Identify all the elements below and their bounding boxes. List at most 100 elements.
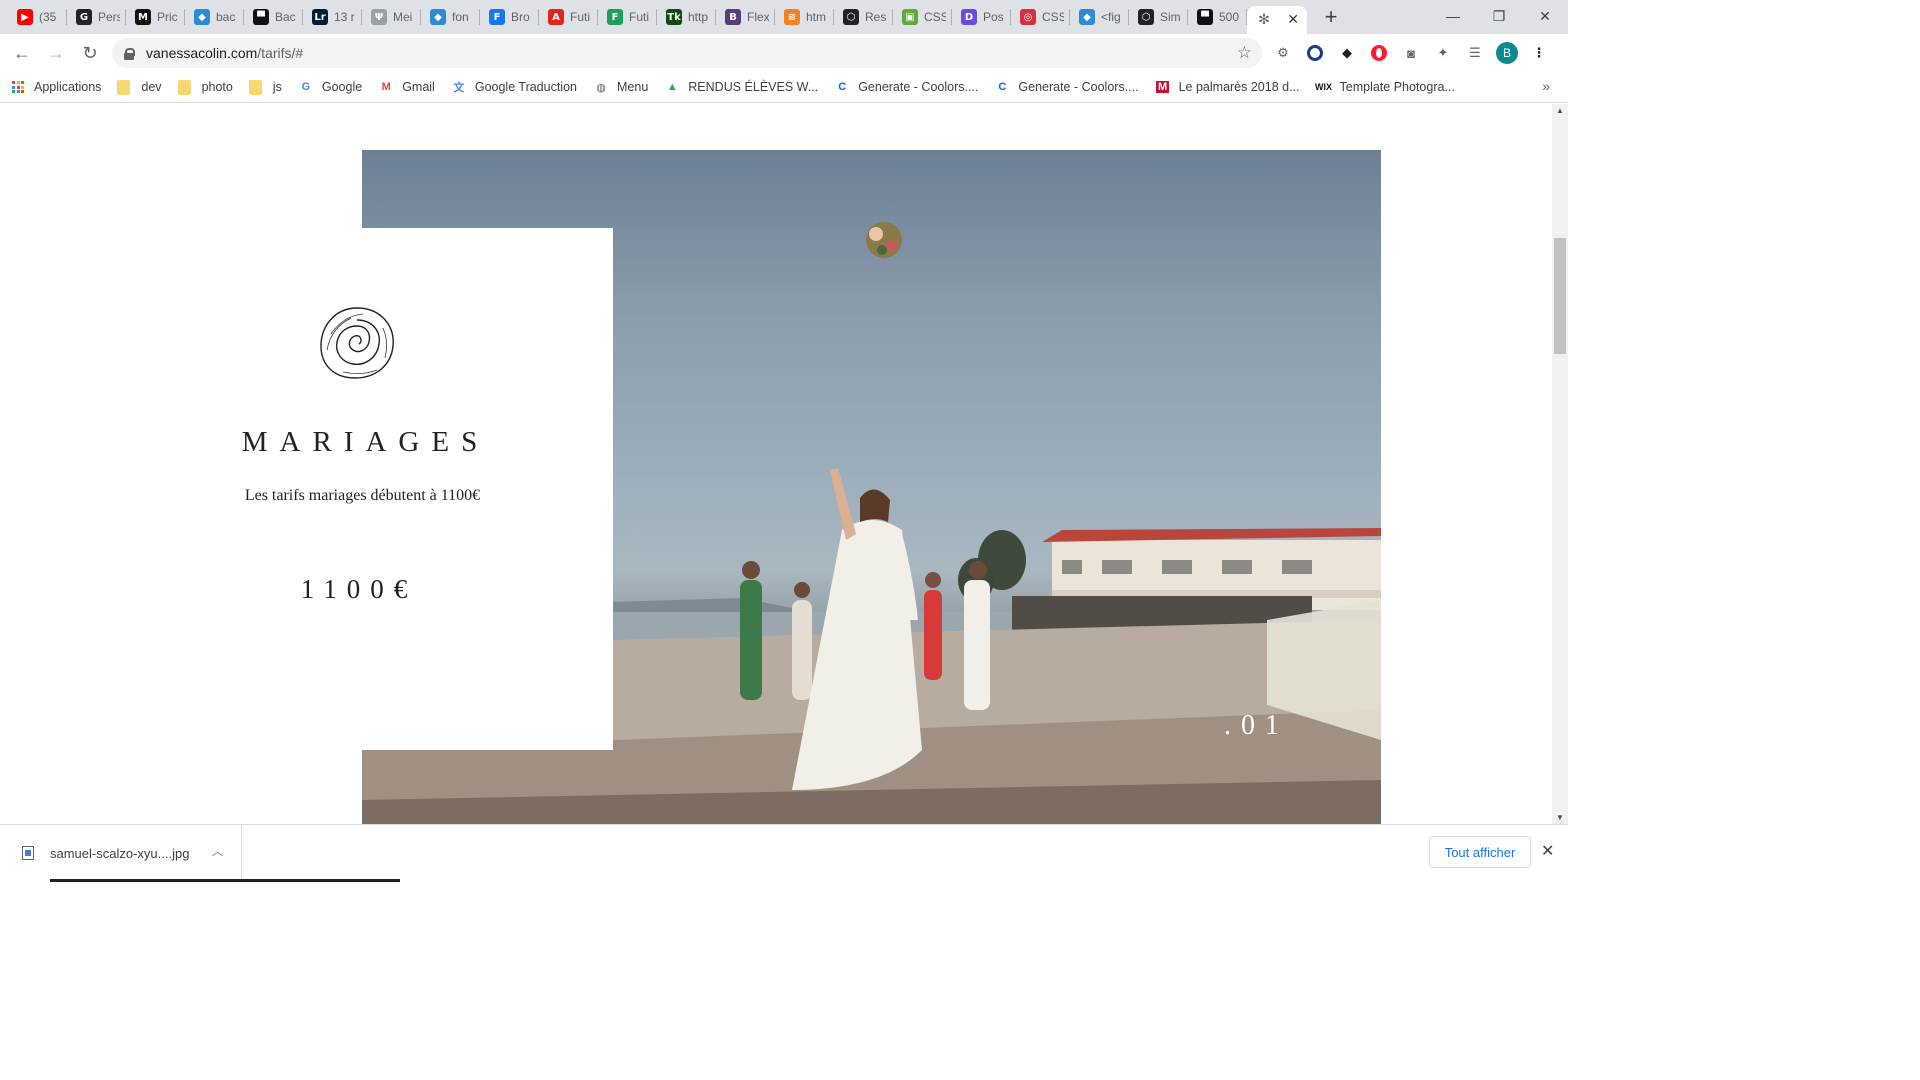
tab-title: <fig bbox=[1101, 10, 1121, 24]
bookmark-item[interactable]: M Le palmarès 2018 d... bbox=[1155, 79, 1300, 95]
browser-tab[interactable]: ⬡ Sim bbox=[1129, 0, 1188, 34]
bookmark-item[interactable]: photo bbox=[177, 79, 233, 95]
folder-icon bbox=[248, 79, 262, 95]
bookmark-label: Menu bbox=[617, 80, 649, 94]
google-icon: G bbox=[301, 81, 311, 93]
more-bookmarks-icon[interactable]: » bbox=[1542, 78, 1550, 94]
bookmark-item[interactable]: ◍ Menu bbox=[593, 79, 648, 95]
tab-title: Mei bbox=[393, 10, 413, 24]
web-page: .01 MARIAGES Les tarifs mariages débuten… bbox=[0, 104, 1552, 824]
menu-dots-icon[interactable]: ⋮ bbox=[1528, 42, 1550, 64]
gmail-icon: M bbox=[381, 81, 391, 93]
active-tab[interactable]: ✻ ✕ bbox=[1247, 6, 1307, 34]
close-tab-icon[interactable]: ✕ bbox=[1287, 11, 1299, 28]
browser-tab[interactable]: ◎ CSS bbox=[1011, 0, 1070, 34]
puzzle-extensions-icon[interactable]: ✦ bbox=[1432, 42, 1454, 64]
tag-extension-icon[interactable]: ◆ bbox=[1336, 42, 1358, 64]
futura-icon: F bbox=[607, 9, 623, 25]
bookmark-label: Applications bbox=[34, 80, 102, 94]
translate-icon: 文 bbox=[453, 82, 465, 94]
reload-icon[interactable]: ↻ bbox=[74, 37, 106, 69]
bookmark-label: js bbox=[272, 80, 282, 94]
coolors-icon: C bbox=[998, 81, 1007, 93]
bookmark-item[interactable]: C Generate - Coolors.... bbox=[834, 79, 978, 95]
browser-tab[interactable]: G Pers bbox=[67, 0, 126, 34]
url-path: /tarifs/# bbox=[257, 45, 304, 61]
browser-tab[interactable]: ▀ Bac bbox=[244, 0, 303, 34]
card-price: 1100€ bbox=[300, 574, 418, 604]
bookmark-item[interactable]: M Gmail bbox=[378, 79, 435, 95]
bookmark-item[interactable]: 文 Google Traduction bbox=[451, 79, 577, 95]
forward-icon[interactable]: → bbox=[40, 37, 72, 69]
close-download-bar-icon[interactable]: ✕ bbox=[1541, 841, 1554, 861]
browser-tab[interactable]: D Pos bbox=[952, 0, 1011, 34]
close-window-icon[interactable]: ✕ bbox=[1522, 0, 1568, 32]
browser-tab[interactable]: A Futi bbox=[539, 0, 598, 34]
bookmark-item[interactable]: js bbox=[248, 79, 282, 95]
circle-extension-icon[interactable] bbox=[1304, 42, 1326, 64]
tailwind-icon: ◆ bbox=[430, 9, 446, 25]
browser-tab[interactable]: F Bro bbox=[480, 0, 539, 34]
scroll-up-icon[interactable]: ▲ bbox=[1556, 106, 1564, 115]
wix-icon: WIX bbox=[1315, 82, 1333, 92]
facebook-icon: F bbox=[489, 9, 505, 25]
stackoverflow-icon: ≋ bbox=[784, 9, 800, 25]
photo-index: .01 bbox=[1224, 710, 1289, 741]
browser-tab[interactable]: ◆ <fig bbox=[1070, 0, 1129, 34]
bookmark-star-icon[interactable]: ☆ bbox=[1237, 43, 1252, 63]
browser-tab[interactable]: F Futi bbox=[598, 0, 657, 34]
browser-tab[interactable]: ≋ htm bbox=[775, 0, 834, 34]
browser-tab[interactable]: Lr 13 r bbox=[303, 0, 362, 34]
bookmark-item[interactable]: C Generate - Coolors.... bbox=[994, 79, 1138, 95]
media-playlist-icon[interactable]: ☰ bbox=[1464, 42, 1486, 64]
browser-tab[interactable]: ⬡ Res bbox=[834, 0, 893, 34]
unsplash-icon: ▀ bbox=[1197, 9, 1213, 25]
tab-list: ▶ (35 G Pers M Pric ◆ bac ▀ Bac Lr 13 r Ψ Mei ◆ fon F Bro… bbox=[0, 0, 1345, 34]
browser-tab[interactable]: M Pric bbox=[126, 0, 185, 34]
tk-icon: Tk bbox=[666, 9, 682, 25]
bookmark-label: Generate - Coolors.... bbox=[1018, 80, 1139, 94]
profile-avatar[interactable]: B bbox=[1496, 42, 1518, 64]
tab-title: CSS bbox=[924, 10, 946, 24]
restore-icon[interactable]: ❐ bbox=[1476, 0, 1522, 32]
browser-tab[interactable]: ◆ fon bbox=[421, 0, 480, 34]
new-tab-button[interactable]: + bbox=[1317, 3, 1345, 31]
bootstrap-icon: B bbox=[725, 9, 741, 25]
browser-toolbar: ← → ↻ vanessacolin.com/tarifs/# ☆ ⚙ ◆ ◙ … bbox=[0, 34, 1568, 72]
browser-tab[interactable]: Tk http bbox=[657, 0, 716, 34]
lock-icon[interactable] bbox=[124, 47, 135, 60]
browser-tab[interactable]: Ψ Mei bbox=[362, 0, 421, 34]
bookmark-item[interactable]: WIX Template Photogra... bbox=[1315, 79, 1455, 95]
tab-title: Pric bbox=[157, 10, 178, 24]
browser-tab[interactable]: ▶ (35 bbox=[8, 0, 67, 34]
show-all-downloads-button[interactable]: Tout afficher bbox=[1429, 836, 1531, 868]
bookmark-item[interactable]: ▲ RENDUS ÉLÈVES W... bbox=[664, 79, 818, 95]
extensions-area: ⚙ ◆ ◙ ✦ ☰ B ⋮ bbox=[1272, 42, 1550, 64]
pinwheel-icon: ✻ bbox=[1258, 12, 1270, 28]
tab-title: (35 bbox=[39, 10, 57, 24]
tab-title: Bro bbox=[511, 10, 530, 24]
window-controls: — ❐ ✕ bbox=[1430, 0, 1568, 32]
scrollbar-thumb[interactable] bbox=[1554, 238, 1566, 354]
back-icon[interactable]: ← bbox=[6, 37, 38, 69]
chevron-up-icon[interactable]: ︿ bbox=[212, 843, 223, 859]
address-bar[interactable]: vanessacolin.com/tarifs/# ☆ bbox=[112, 38, 1262, 68]
bookmark-item[interactable]: Applications bbox=[10, 79, 101, 95]
tab-title: bac bbox=[216, 10, 236, 24]
scroll-down-icon[interactable]: ▼ bbox=[1556, 813, 1564, 822]
page-scrollbar[interactable]: ▲ ▼ bbox=[1552, 104, 1568, 824]
seashell-icon bbox=[320, 307, 394, 379]
browser-tab[interactable]: ▣ CSS bbox=[893, 0, 952, 34]
camera-icon[interactable]: ◙ bbox=[1400, 42, 1422, 64]
browser-tab[interactable]: B Flex bbox=[716, 0, 775, 34]
css-icon: ▣ bbox=[902, 9, 918, 25]
bookmark-item[interactable]: G Google bbox=[298, 79, 363, 95]
download-item[interactable]: samuel-scalzo-xyu....jpg ︿ bbox=[0, 825, 242, 881]
opera-extension-icon[interactable] bbox=[1368, 42, 1390, 64]
bookmark-item[interactable]: dev bbox=[117, 79, 162, 95]
settings-gear-icon[interactable]: ⚙ bbox=[1272, 42, 1294, 64]
minimize-icon[interactable]: — bbox=[1430, 0, 1476, 32]
folder-icon bbox=[117, 79, 131, 95]
browser-tab[interactable]: ◆ bac bbox=[185, 0, 244, 34]
browser-tab[interactable]: ▀ 500 bbox=[1188, 0, 1247, 34]
